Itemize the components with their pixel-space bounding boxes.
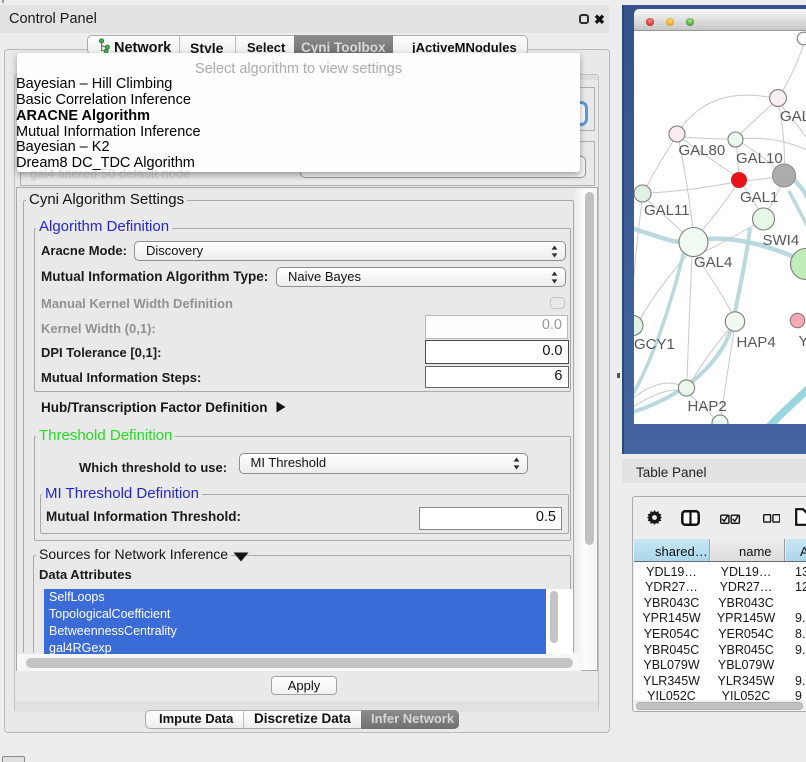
svg-text:HAP4: HAP4 <box>737 334 776 351</box>
svg-text:GAL10: GAL10 <box>736 150 783 167</box>
svg-text:Y: Y <box>799 333 806 350</box>
svg-text:HAP2: HAP2 <box>688 398 727 415</box>
svg-text:GAL7: GAL7 <box>780 108 806 125</box>
svg-text:GAL80: GAL80 <box>679 142 726 159</box>
svg-text:GAL1: GAL1 <box>740 189 778 206</box>
svg-text:GCY1: GCY1 <box>634 336 675 353</box>
svg-text:GAL4: GAL4 <box>694 254 732 271</box>
svg-text:SWI4: SWI4 <box>763 232 800 249</box>
svg-text:GAL11: GAL11 <box>644 202 690 219</box>
